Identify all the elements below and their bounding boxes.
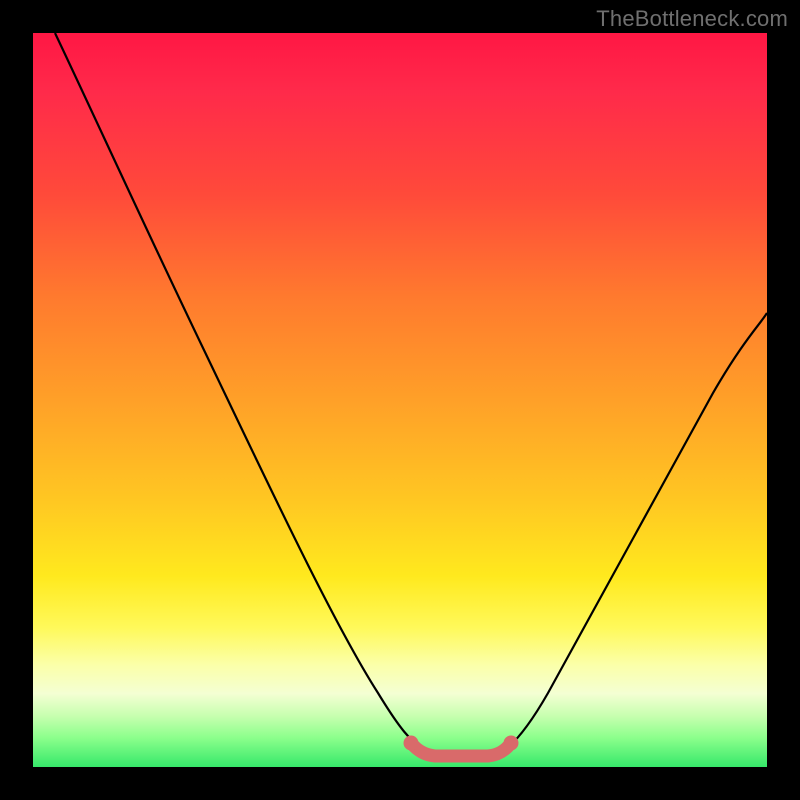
curve-path [55, 33, 767, 753]
plot-area [33, 33, 767, 767]
trough-marker-dot-right [504, 736, 519, 751]
trough-marker-dot-left [404, 736, 419, 751]
watermark-text: TheBottleneck.com [596, 6, 788, 32]
bottleneck-curve [33, 33, 767, 767]
chart-frame: TheBottleneck.com [0, 0, 800, 800]
trough-marker [411, 743, 511, 756]
